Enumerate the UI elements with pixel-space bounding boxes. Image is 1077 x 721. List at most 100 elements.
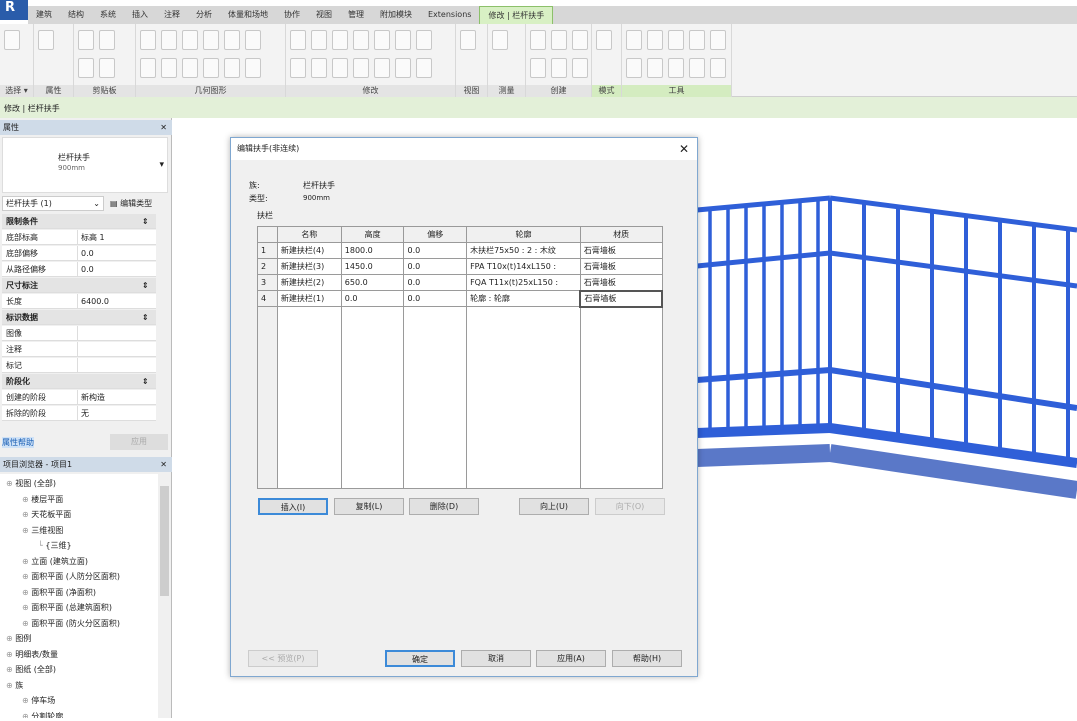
tool-icon[interactable] [689, 58, 705, 78]
tool-icon[interactable] [224, 30, 240, 50]
ribbon-tab[interactable]: 分析 [188, 6, 220, 24]
browser-item[interactable]: ⊕ 停车场 [22, 693, 55, 708]
ribbon-tab[interactable]: 建筑 [28, 6, 60, 24]
tool-icon[interactable] [203, 58, 219, 78]
table-cell[interactable]: 0.0 [340, 290, 405, 307]
ribbon-tab[interactable]: 系统 [92, 6, 124, 24]
table-cell[interactable]: 石膏墙板 [579, 242, 663, 259]
tool-icon[interactable] [416, 30, 432, 50]
table-row[interactable]: 4 新建扶栏(1) 0.0 0.0 轮廓 : 轮廓 石膏墙板 [257, 289, 663, 308]
move-up-button[interactable]: 向上(U) [519, 498, 589, 515]
help-button[interactable]: 帮助(H) [612, 650, 682, 667]
ribbon-tab[interactable]: 附加模块 [372, 6, 420, 24]
tool-icon[interactable] [395, 30, 411, 50]
tool-icon[interactable] [99, 30, 115, 50]
move-down-button[interactable]: 向下(O) [595, 498, 665, 515]
table-cell[interactable]: FQA T11x(t)25xL150 : [466, 274, 581, 291]
close-icon[interactable]: ✕ [160, 457, 167, 472]
preview-button[interactable]: << 预览(P) [248, 650, 318, 667]
property-row[interactable]: 标记 [2, 358, 156, 373]
tool-icon[interactable] [710, 30, 726, 50]
tool-icon[interactable] [596, 30, 612, 50]
tool-icon[interactable] [161, 58, 177, 78]
apply-button[interactable]: 应用(A) [536, 650, 606, 667]
ribbon-tab[interactable]: 注释 [156, 6, 188, 24]
property-row[interactable]: 从路径偏移 0.0 [2, 262, 156, 277]
browser-item[interactable]: ⊕ 立面 (建筑立面) [22, 554, 88, 569]
tool-icon[interactable] [182, 58, 198, 78]
tool-icon[interactable] [551, 58, 567, 78]
tool-icon[interactable] [99, 58, 115, 78]
browser-item[interactable]: ⊕ 天花板平面 [22, 507, 71, 522]
table-cell[interactable]: 0.0 [403, 290, 468, 307]
tool-icon[interactable] [647, 58, 663, 78]
tool-icon[interactable] [626, 58, 642, 78]
tool-icon[interactable] [492, 30, 508, 50]
table-cell[interactable]: FPA T10x(t)14xL150 : [466, 258, 581, 275]
tool-icon[interactable] [374, 58, 390, 78]
tool-icon[interactable] [4, 30, 20, 50]
tool-icon[interactable] [224, 58, 240, 78]
property-row[interactable]: 底部标高 标高 1 [2, 230, 156, 245]
insert-button[interactable]: 插入(I) [258, 498, 328, 515]
instance-filter[interactable]: 栏杆扶手 (1) ⌄ [2, 196, 104, 211]
table-cell[interactable]: 新建扶栏(2) [276, 274, 342, 291]
table-cell[interactable]: 新建扶栏(4) [276, 242, 342, 259]
type-selector[interactable]: 栏杆扶手 900mm ▾ [2, 137, 168, 193]
tool-icon[interactable] [551, 30, 567, 50]
tool-icon[interactable] [689, 30, 705, 50]
tool-icon[interactable] [140, 58, 156, 78]
ribbon-tab[interactable]: 插入 [124, 6, 156, 24]
browser-item[interactable]: ⊕ 楼层平面 [22, 492, 63, 507]
table-cell[interactable]: 1450.0 [340, 258, 405, 275]
tool-icon[interactable] [140, 30, 156, 50]
table-cell[interactable]: 0.0 [403, 258, 468, 275]
browser-item[interactable]: ⊕ 视图 (全部) [6, 476, 56, 491]
table-row[interactable]: 3 新建扶栏(2) 650.0 0.0 FQA T11x(t)25xL150 : 石膏墙板 [257, 274, 663, 291]
table-cell[interactable]: 4 [257, 290, 278, 307]
cancel-button[interactable]: 取消 [461, 650, 531, 667]
browser-item[interactable]: ⊕ 族 [6, 678, 23, 693]
table-cell[interactable]: 石膏墙板 [579, 258, 663, 275]
table-cell[interactable]: 石膏墙板 [579, 274, 663, 291]
tool-icon[interactable] [374, 30, 390, 50]
table-row[interactable]: 2 新建扶栏(3) 1450.0 0.0 FPA T10x(t)14xL150 : 石膏墙… [257, 258, 663, 275]
ribbon-tab[interactable]: Extensions [420, 6, 479, 24]
property-row[interactable]: 注释 [2, 342, 156, 357]
table-cell[interactable]: 1 [257, 242, 278, 259]
apply-button[interactable]: 应用 [110, 434, 168, 450]
browser-item[interactable]: └ {三维} [38, 538, 72, 553]
ribbon-tab[interactable]: 管理 [340, 6, 372, 24]
tool-icon[interactable] [353, 58, 369, 78]
property-group[interactable]: 尺寸标注 ⇕ [2, 278, 156, 293]
browser-item[interactable]: ⊕ 图纸 (全部) [6, 662, 56, 677]
property-row[interactable]: 拆除的阶段无 [2, 406, 156, 421]
property-row[interactable]: 创建的阶段 新构造 [2, 390, 156, 405]
browser-scrollbar[interactable] [159, 474, 170, 718]
tool-icon[interactable] [78, 58, 94, 78]
tool-icon[interactable] [626, 30, 642, 50]
tool-icon[interactable] [290, 30, 306, 50]
browser-item[interactable]: ⊕ 面积平面 (人防分区面积) [22, 569, 120, 584]
property-group[interactable]: 阶段化 ⇕ [2, 374, 156, 389]
table-cell[interactable]: 1800.0 [340, 242, 405, 259]
tool-icon[interactable] [290, 58, 306, 78]
browser-item[interactable]: ⊕ 面积平面 (净面积) [22, 585, 96, 600]
property-row[interactable]: 图像 [2, 326, 156, 341]
tool-icon[interactable] [245, 58, 261, 78]
tool-icon[interactable] [416, 58, 432, 78]
ribbon-tab[interactable]: 体量和场地 [220, 6, 276, 24]
tool-icon[interactable] [460, 30, 476, 50]
tool-icon[interactable] [38, 30, 54, 50]
tool-icon[interactable] [572, 30, 588, 50]
table-cell[interactable]: 新建扶栏(3) [276, 258, 342, 275]
table-row[interactable]: 1 新建扶栏(4) 1800.0 0.0 木扶栏75x50 : 2 : 木纹 石膏墙板 [257, 242, 663, 259]
tool-icon[interactable] [395, 58, 411, 78]
ribbon-tab[interactable]: 修改 | 栏杆扶手 [479, 6, 554, 24]
tool-icon[interactable] [78, 30, 94, 50]
app-menu-button[interactable]: R [0, 0, 28, 20]
tool-icon[interactable] [530, 58, 546, 78]
table-cell[interactable]: 2 [257, 258, 278, 275]
table-cell[interactable]: 木扶栏75x50 : 2 : 木纹 [466, 242, 581, 259]
tool-icon[interactable] [530, 30, 546, 50]
